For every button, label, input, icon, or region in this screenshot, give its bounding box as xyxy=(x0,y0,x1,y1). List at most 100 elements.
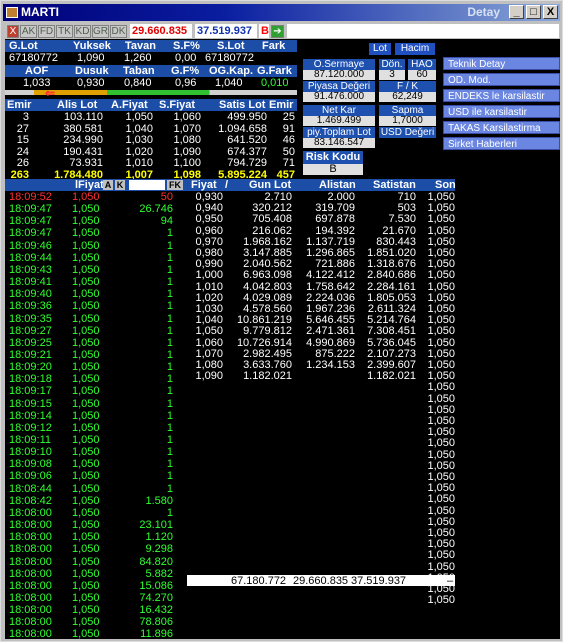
dist-son-cell: 1,050 xyxy=(427,471,455,483)
trade-lot: 1 xyxy=(166,276,173,289)
gr-button[interactable]: GR xyxy=(92,25,109,38)
afiyat-header: A.Fiyat xyxy=(111,99,148,111)
trade-price: 1,050 xyxy=(72,263,100,276)
trade-time: 18:08:00 xyxy=(9,506,52,519)
trade-lot: 23.101 xyxy=(139,519,173,532)
slot-value: 67180772 xyxy=(205,52,254,64)
depth-cell: 1,070 xyxy=(173,122,201,135)
lot-tab[interactable]: Lot xyxy=(369,43,391,55)
fk-button[interactable]: FK xyxy=(167,180,183,190)
sapma-value: 1,7000 xyxy=(379,116,436,126)
trade-time: 18:09:43 xyxy=(9,263,52,276)
trade-price: 1,050 xyxy=(72,531,100,544)
depth-cell: 1,010 xyxy=(125,157,153,169)
fark-header: Fark xyxy=(262,40,286,52)
aof-header: AOF xyxy=(25,65,49,77)
sf-value: 0,00 xyxy=(175,52,197,64)
trade-time: 18:08:00 xyxy=(9,543,52,556)
trade-lot: 1 xyxy=(166,385,173,398)
menu-od-mod[interactable]: OD. Mod. xyxy=(443,73,560,86)
menu-endeks[interactable]: ENDEKS le karsilastir xyxy=(443,89,560,102)
k-sort-button[interactable]: K xyxy=(115,180,125,190)
b-indicator[interactable]: B xyxy=(259,24,269,38)
ak-button[interactable]: AK xyxy=(20,25,37,38)
tavan-header: Tavan xyxy=(125,40,156,52)
ogkap-header: OG.Kap. xyxy=(209,65,254,77)
gfark-value: 0,010 xyxy=(261,77,289,89)
trade-price: 1,050 xyxy=(72,458,100,471)
trade-price: 1,050 xyxy=(72,239,100,252)
summary-header-1: G.Lot Yuksek Tavan S.F% S.Lot Fark xyxy=(5,40,297,52)
yuksek-header: Yuksek xyxy=(73,40,111,52)
dk-button[interactable]: DK xyxy=(110,25,127,38)
dist-son-cell: 1,050 xyxy=(427,459,455,472)
dist-cell: 1,050 xyxy=(427,314,455,327)
dist-cell: 320.212 xyxy=(252,202,292,215)
trade-price: 1,050 xyxy=(72,276,100,289)
toolbar: X AK FD TK KD GR DK 29.660.835 37.519.93… xyxy=(5,23,560,39)
trade-time: 18:09:15 xyxy=(9,397,52,410)
dist-cell: 319.709 xyxy=(315,202,355,215)
trade-time: 18:09:21 xyxy=(9,348,52,361)
hacim-tab[interactable]: Hacim xyxy=(395,43,435,55)
menu-sirket-haberleri[interactable]: Sirket Haberleri xyxy=(443,137,560,150)
dist-cell: 6.963.098 xyxy=(243,269,292,282)
dist-cell: 1,050 xyxy=(427,191,455,203)
dist-cell: 1,050 xyxy=(427,258,455,271)
dist-cell: 5.646.455 xyxy=(306,314,355,327)
dist-son-cell: 1,050 xyxy=(427,549,455,562)
dist-cell: 1.296.865 xyxy=(306,247,355,259)
maximize-button[interactable]: □ xyxy=(526,5,541,19)
trade-price: 1,050 xyxy=(72,470,100,483)
a-sort-button[interactable]: A xyxy=(103,180,113,190)
close-button[interactable]: X xyxy=(543,5,558,19)
close-x-button[interactable]: X xyxy=(7,25,19,38)
lfiyat-header: lFiyat xyxy=(75,179,104,191)
menu-teknik-detay[interactable]: Teknik Detay xyxy=(443,57,560,70)
dist-cell: 1.758.642 xyxy=(306,280,355,293)
trade-price: 1,050 xyxy=(72,482,100,495)
menu-usd[interactable]: USD ile karsilastir xyxy=(443,105,560,118)
depth-cell: 73.931 xyxy=(69,157,103,169)
trade-lot: 1 xyxy=(166,446,173,459)
trade-time: 18:09:46 xyxy=(9,239,52,252)
dist-cell: 216.062 xyxy=(252,224,292,237)
main-panel: G.Lot Yuksek Tavan S.F% S.Lot Fark 67180… xyxy=(5,39,560,639)
usd-degeri-button[interactable]: USD Değeri xyxy=(379,127,436,138)
dist-cell: 1,020 xyxy=(195,291,223,304)
footer-satis: 37.519.937 xyxy=(351,575,407,587)
symbol-input-area[interactable] xyxy=(287,24,559,38)
fk-value: 62,249 xyxy=(379,92,436,102)
depth-cell: 190.431 xyxy=(63,145,103,158)
dist-cell: 1,040 xyxy=(195,314,223,327)
trade-time: 18:09:18 xyxy=(9,373,52,386)
dist-cell: 9.779.812 xyxy=(243,325,292,338)
dist-cell: 2.399.607 xyxy=(367,359,416,371)
menu-takas[interactable]: TAKAS Karsilastirma xyxy=(443,121,560,134)
trade-filter-input[interactable] xyxy=(129,180,165,190)
trade-price: 1,050 xyxy=(72,421,100,434)
trade-lot: 1 xyxy=(166,421,173,434)
gf-value: 0,96 xyxy=(175,77,197,89)
arrow-right-icon[interactable]: ➔ xyxy=(271,25,284,38)
fd-button[interactable]: FD xyxy=(38,25,55,38)
dist-son-cell: 1,050 xyxy=(427,527,455,539)
trade-lot: 1 xyxy=(166,397,173,410)
tk-button[interactable]: TK xyxy=(56,25,73,38)
dist-son-cell: 1,050 xyxy=(427,515,455,528)
trade-price: 1,050 xyxy=(72,227,100,240)
dist-cell: 1,050 xyxy=(427,280,455,293)
fiyat-header[interactable]: Fiyat xyxy=(191,179,217,191)
kd-button[interactable]: KD xyxy=(74,25,91,38)
depth-cell: 1,020 xyxy=(125,145,153,158)
dist-son-cell: 1,050 xyxy=(427,437,455,450)
summary-header-2: AOF Dusuk Taban G.F% OG.Kap. G.Fark xyxy=(5,65,297,77)
minimize-button[interactable]: _ xyxy=(509,5,524,19)
dist-cell: 1.182.021 xyxy=(367,370,416,383)
trade-price: 1,050 xyxy=(72,203,100,216)
title-bar[interactable]: MARTI Detay _ □ X xyxy=(3,4,560,21)
trade-lot: 5.882 xyxy=(145,567,173,580)
trade-lot: 1 xyxy=(166,348,173,361)
dist-cell: 1,050 xyxy=(427,303,455,315)
trade-lot: 1 xyxy=(166,434,173,446)
